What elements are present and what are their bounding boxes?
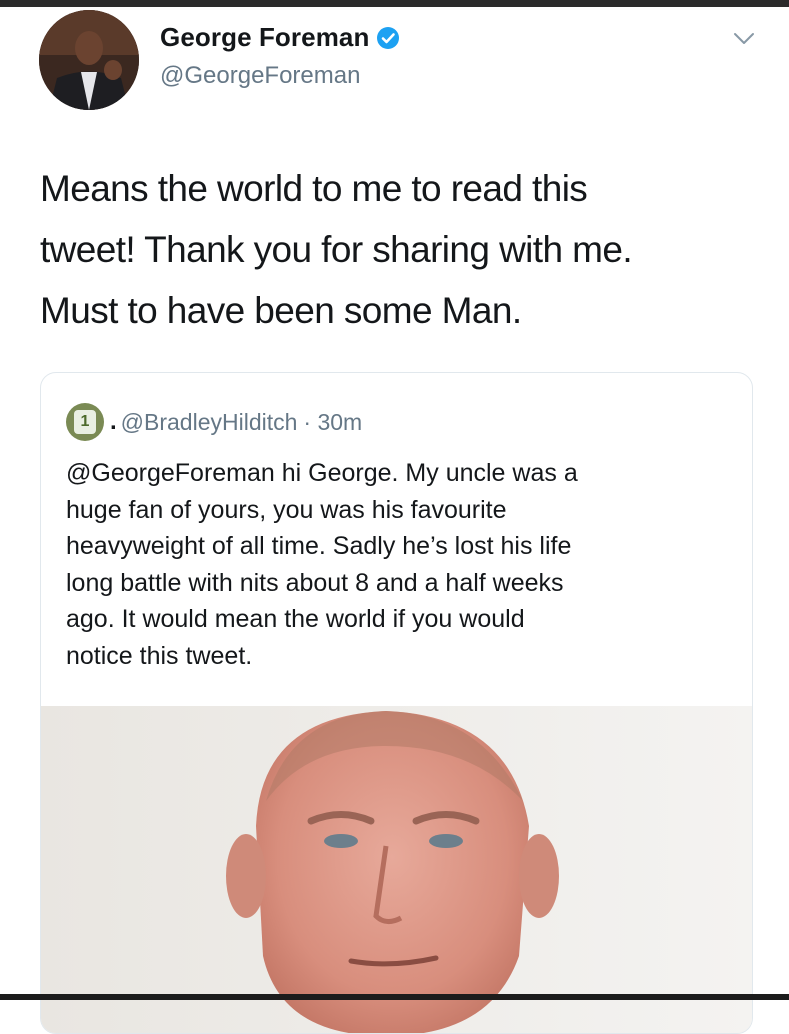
- top-edge: [0, 0, 789, 7]
- bottom-edge: [0, 994, 789, 1000]
- quoted-tweet-text: @GeorgeForeman hi George. My uncle was a…: [66, 459, 578, 670]
- author-display-name[interactable]: George Foreman: [160, 22, 369, 53]
- chevron-down-icon[interactable]: [731, 28, 757, 48]
- quoted-tweet-card[interactable]: 1 . @BradleyHilditch · 30m @GeorgeForema…: [40, 372, 753, 1034]
- author-handle[interactable]: @GeorgeForeman: [160, 62, 360, 90]
- quoted-author-avatar[interactable]: 1: [66, 403, 104, 441]
- quoted-time: · 30m: [303, 408, 363, 435]
- quoted-avatar-glyph: 1: [74, 410, 96, 434]
- quoted-handle[interactable]: @BradleyHilditch: [121, 409, 298, 436]
- quoted-tweet-photo[interactable]: [41, 706, 752, 1033]
- author-name-row: George Foreman: [160, 22, 400, 53]
- author-avatar[interactable]: [39, 10, 139, 110]
- tweet-text: Means the world to me to read this tweet…: [40, 168, 633, 331]
- verified-badge-icon: [377, 26, 400, 49]
- quoted-tweet-header: 1 . @BradleyHilditch · 30m: [66, 403, 362, 441]
- quoted-separator: .: [110, 408, 117, 435]
